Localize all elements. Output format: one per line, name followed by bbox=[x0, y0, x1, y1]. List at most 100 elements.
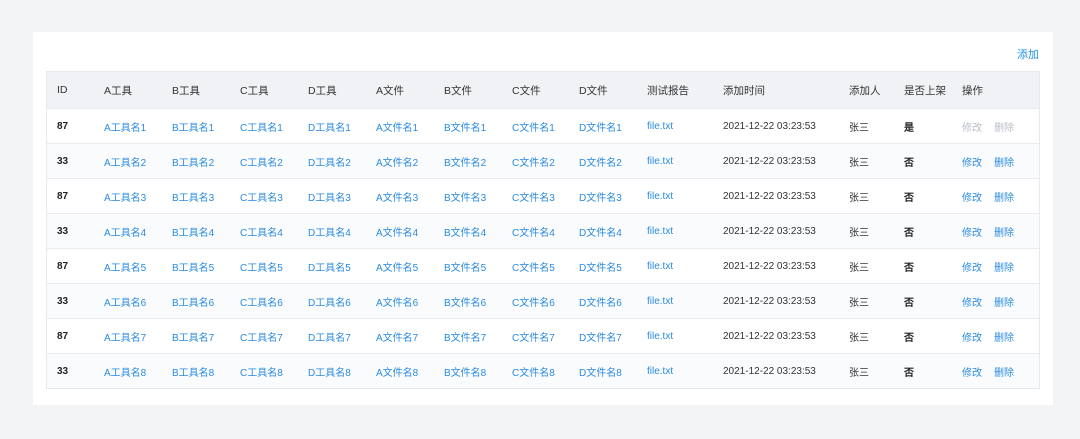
delete-button[interactable]: 删除 bbox=[994, 329, 1014, 344]
cell-adder: 张三 bbox=[849, 192, 869, 204]
add-button[interactable]: 添加 bbox=[1017, 46, 1039, 62]
cell-link-fileB[interactable]: B文件名6 bbox=[444, 284, 486, 318]
cell-link-toolA[interactable]: A工具名4 bbox=[104, 214, 146, 248]
cell-link-fileC[interactable]: C文件名5 bbox=[512, 249, 555, 283]
column-header-time: 添加时间 bbox=[723, 84, 765, 97]
cell-link-fileB[interactable]: B文件名2 bbox=[444, 144, 486, 178]
cell-time: 2021-12-22 03:23:53 bbox=[723, 365, 816, 377]
cell-link-fileB[interactable]: B文件名3 bbox=[444, 179, 486, 213]
cell-link-toolA[interactable]: A工具名6 bbox=[104, 284, 146, 318]
edit-button[interactable]: 修改 bbox=[962, 259, 982, 274]
cell-link-fileB[interactable]: B文件名7 bbox=[444, 319, 486, 353]
cell-listed: 否 bbox=[904, 227, 914, 239]
cell-link-toolA[interactable]: A工具名1 bbox=[104, 109, 146, 143]
cell-link-toolA[interactable]: A工具名7 bbox=[104, 319, 146, 353]
cell-link-toolB[interactable]: B工具名8 bbox=[172, 354, 214, 388]
cell-link-report[interactable]: file.txt bbox=[647, 319, 673, 353]
cell-link-fileA[interactable]: A文件名1 bbox=[376, 109, 418, 143]
delete-button[interactable]: 删除 bbox=[994, 364, 1014, 379]
cell-link-report[interactable]: file.txt bbox=[647, 144, 673, 178]
cell-link-fileC[interactable]: C文件名3 bbox=[512, 179, 555, 213]
edit-button[interactable]: 修改 bbox=[962, 329, 982, 344]
cell-link-fileA[interactable]: A文件名7 bbox=[376, 319, 418, 353]
cell-link-report[interactable]: file.txt bbox=[647, 109, 673, 143]
cell-link-fileC[interactable]: C文件名6 bbox=[512, 284, 555, 318]
cell-link-toolB[interactable]: B工具名1 bbox=[172, 109, 214, 143]
cell-link-report[interactable]: file.txt bbox=[647, 354, 673, 388]
cell-link-fileC[interactable]: C文件名1 bbox=[512, 109, 555, 143]
cell-link-fileA[interactable]: A文件名8 bbox=[376, 354, 418, 388]
cell-link-toolD[interactable]: D工具名2 bbox=[308, 144, 351, 178]
cell-link-toolC[interactable]: C工具名4 bbox=[240, 214, 283, 248]
cell-link-fileD[interactable]: D文件名6 bbox=[579, 284, 622, 318]
cell-link-fileD[interactable]: D文件名3 bbox=[579, 179, 622, 213]
cell-link-toolC[interactable]: C工具名8 bbox=[240, 354, 283, 388]
cell-link-toolC[interactable]: C工具名5 bbox=[240, 249, 283, 283]
cell-listed: 否 bbox=[904, 192, 914, 204]
cell-link-fileC[interactable]: C文件名8 bbox=[512, 354, 555, 388]
edit-button[interactable]: 修改 bbox=[962, 294, 982, 309]
cell-link-toolD[interactable]: D工具名6 bbox=[308, 284, 351, 318]
cell-link-toolC[interactable]: C工具名2 bbox=[240, 144, 283, 178]
cell-link-fileA[interactable]: A文件名5 bbox=[376, 249, 418, 283]
cell-link-toolC[interactable]: C工具名1 bbox=[240, 109, 283, 143]
cell-link-fileB[interactable]: B文件名8 bbox=[444, 354, 486, 388]
cell-link-toolB[interactable]: B工具名4 bbox=[172, 214, 214, 248]
edit-button[interactable]: 修改 bbox=[962, 154, 982, 169]
cell-adder: 张三 bbox=[849, 297, 869, 309]
cell-link-report[interactable]: file.txt bbox=[647, 284, 673, 318]
cell-link-toolB[interactable]: B工具名2 bbox=[172, 144, 214, 178]
cell-link-fileB[interactable]: B文件名1 bbox=[444, 109, 486, 143]
column-header-fileA: A文件 bbox=[376, 84, 405, 97]
cell-link-fileD[interactable]: D文件名2 bbox=[579, 144, 622, 178]
cell-link-fileA[interactable]: A文件名2 bbox=[376, 144, 418, 178]
cell-id: 87 bbox=[57, 260, 69, 272]
delete-button[interactable]: 删除 bbox=[994, 294, 1014, 309]
cell-listed: 否 bbox=[904, 367, 914, 379]
cell-link-toolD[interactable]: D工具名7 bbox=[308, 319, 351, 353]
cell-link-fileD[interactable]: D文件名4 bbox=[579, 214, 622, 248]
edit-button[interactable]: 修改 bbox=[962, 364, 982, 379]
cell-link-fileB[interactable]: B文件名5 bbox=[444, 249, 486, 283]
cell-link-toolD[interactable]: D工具名8 bbox=[308, 354, 351, 388]
edit-button[interactable]: 修改 bbox=[962, 189, 982, 204]
cell-link-fileD[interactable]: D文件名1 bbox=[579, 109, 622, 143]
cell-link-report[interactable]: file.txt bbox=[647, 179, 673, 213]
cell-link-fileB[interactable]: B文件名4 bbox=[444, 214, 486, 248]
delete-button[interactable]: 删除 bbox=[994, 189, 1014, 204]
cell-link-toolC[interactable]: C工具名7 bbox=[240, 319, 283, 353]
cell-link-toolC[interactable]: C工具名6 bbox=[240, 284, 283, 318]
cell-link-toolA[interactable]: A工具名3 bbox=[104, 179, 146, 213]
cell-link-toolC[interactable]: C工具名3 bbox=[240, 179, 283, 213]
delete-button[interactable]: 删除 bbox=[994, 224, 1014, 239]
cell-link-fileA[interactable]: A文件名3 bbox=[376, 179, 418, 213]
cell-link-toolB[interactable]: B工具名3 bbox=[172, 179, 214, 213]
cell-link-toolD[interactable]: D工具名3 bbox=[308, 179, 351, 213]
cell-link-fileA[interactable]: A文件名6 bbox=[376, 284, 418, 318]
edit-button[interactable]: 修改 bbox=[962, 224, 982, 239]
cell-link-fileD[interactable]: D文件名5 bbox=[579, 249, 622, 283]
cell-link-toolA[interactable]: A工具名2 bbox=[104, 144, 146, 178]
delete-button[interactable]: 删除 bbox=[994, 154, 1014, 169]
table-row: 33 A工具名6 B工具名6 C工具名6 D工具名6 A文件名6 B文件名6 C文件名6 D文件… bbox=[47, 283, 1039, 318]
cell-link-fileC[interactable]: C文件名4 bbox=[512, 214, 555, 248]
cell-link-toolB[interactable]: B工具名5 bbox=[172, 249, 214, 283]
cell-link-toolD[interactable]: D工具名4 bbox=[308, 214, 351, 248]
cell-listed: 否 bbox=[904, 297, 914, 309]
cell-ops: 修改 删除 bbox=[962, 214, 1026, 248]
cell-link-fileC[interactable]: C文件名2 bbox=[512, 144, 555, 178]
cell-link-toolD[interactable]: D工具名1 bbox=[308, 109, 351, 143]
cell-link-report[interactable]: file.txt bbox=[647, 214, 673, 248]
cell-link-fileD[interactable]: D文件名8 bbox=[579, 354, 622, 388]
cell-link-toolA[interactable]: A工具名8 bbox=[104, 354, 146, 388]
table-row: 33 A工具名8 B工具名8 C工具名8 D工具名8 A文件名8 B文件名8 C文件名8 D文件… bbox=[47, 353, 1039, 388]
cell-link-fileC[interactable]: C文件名7 bbox=[512, 319, 555, 353]
cell-link-report[interactable]: file.txt bbox=[647, 249, 673, 283]
cell-link-toolB[interactable]: B工具名7 bbox=[172, 319, 214, 353]
delete-button[interactable]: 删除 bbox=[994, 259, 1014, 274]
cell-link-fileA[interactable]: A文件名4 bbox=[376, 214, 418, 248]
cell-link-fileD[interactable]: D文件名7 bbox=[579, 319, 622, 353]
cell-link-toolA[interactable]: A工具名5 bbox=[104, 249, 146, 283]
cell-link-toolB[interactable]: B工具名6 bbox=[172, 284, 214, 318]
cell-link-toolD[interactable]: D工具名5 bbox=[308, 249, 351, 283]
